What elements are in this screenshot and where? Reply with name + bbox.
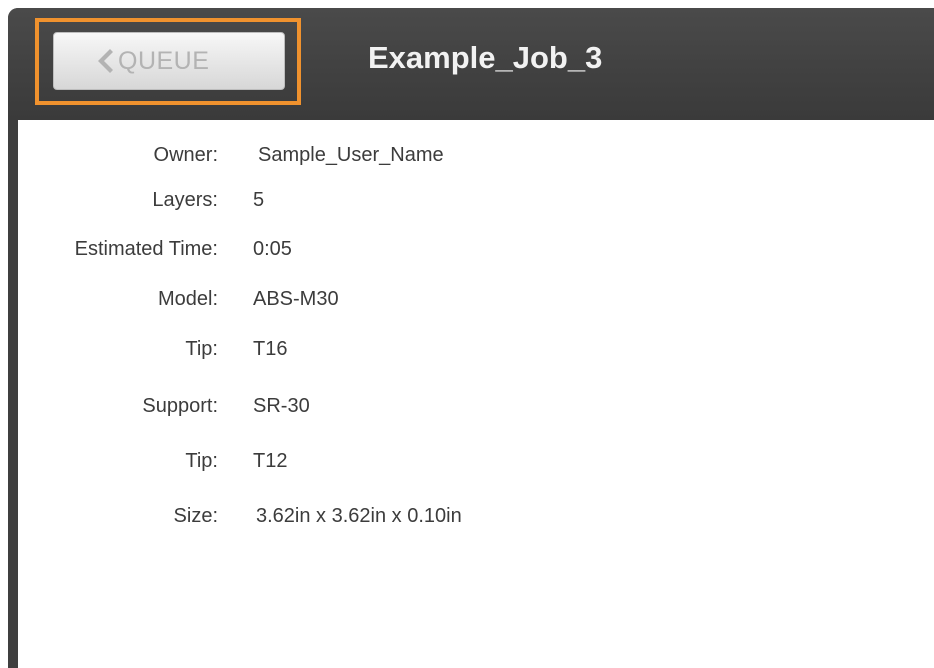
job-title: Example_Job_3 <box>368 40 603 75</box>
detail-value: ABS-M30 <box>253 288 339 310</box>
detail-label: Tip: <box>185 450 218 472</box>
detail-label: Owner: <box>153 144 218 166</box>
header-bar: QUEUE Example_Job_3 <box>8 8 934 120</box>
job-details: Owner: Sample_User_Name Layers: 5 Estima… <box>18 120 934 668</box>
back-to-queue-button[interactable]: QUEUE <box>53 32 285 90</box>
detail-value: T16 <box>253 338 288 360</box>
detail-label: Size: <box>173 505 218 527</box>
detail-value: 3.62in x 3.62in x 0.10in <box>256 505 462 527</box>
job-detail-panel: QUEUE Example_Job_3 Owner: Sample_User_N… <box>8 8 934 668</box>
detail-value: SR-30 <box>253 395 310 417</box>
chevron-left-icon <box>98 49 113 73</box>
detail-label: Layers: <box>152 189 218 211</box>
detail-value: 5 <box>253 189 265 211</box>
detail-value: T12 <box>253 450 288 472</box>
back-button-label: QUEUE <box>118 46 210 75</box>
detail-label: Model: <box>157 288 218 310</box>
detail-value: 0:05 <box>253 238 292 260</box>
detail-label: Estimated Time: <box>74 238 218 260</box>
detail-label: Tip: <box>185 338 218 360</box>
detail-label: Support: <box>142 395 218 417</box>
detail-value: Sample_User_Name <box>258 144 444 166</box>
